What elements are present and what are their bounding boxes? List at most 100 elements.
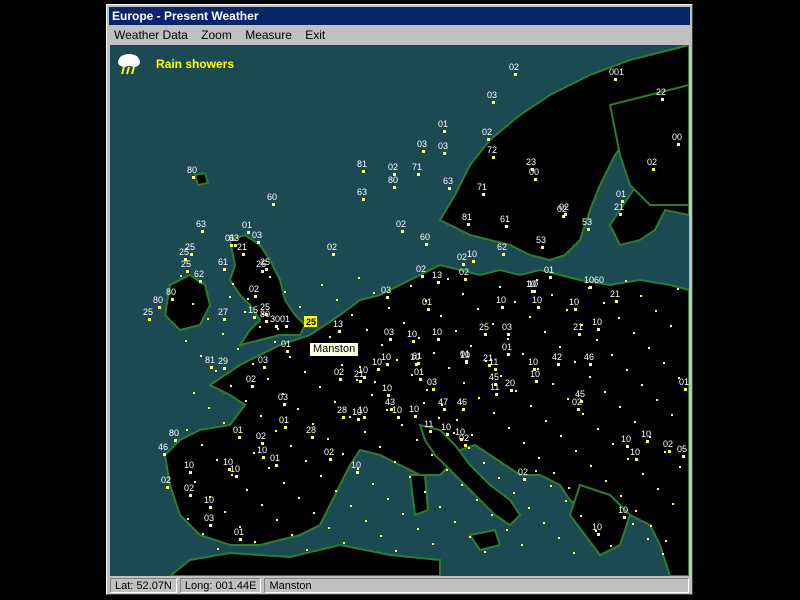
station-dot[interactable]: [589, 363, 592, 366]
station-dot[interactable]: [217, 548, 219, 550]
station-dot[interactable]: [529, 316, 531, 318]
station-dot[interactable]: [229, 296, 231, 298]
station-dot[interactable]: [581, 324, 583, 326]
station-dot[interactable]: [284, 291, 286, 293]
station-dot[interactable]: [365, 520, 367, 522]
station-dot[interactable]: [482, 193, 485, 196]
station-dot[interactable]: [431, 454, 433, 456]
weather-map[interactable]: 02 001 22 03 01 02 00 03 03 72 02 81 02 71 63 23 00 80 53 7…: [110, 45, 689, 576]
station-dot[interactable]: [390, 408, 393, 411]
station-dot[interactable]: [163, 453, 166, 456]
station-dot[interactable]: [230, 385, 232, 387]
station-dot[interactable]: [418, 337, 420, 339]
station-dot[interactable]: [597, 533, 600, 536]
station-dot[interactable]: [199, 280, 202, 283]
station-dot[interactable]: [402, 513, 404, 515]
station-dot[interactable]: [632, 523, 634, 525]
station-dot[interactable]: [439, 506, 441, 508]
station-dot[interactable]: [618, 317, 620, 319]
station-dot[interactable]: [187, 518, 189, 520]
menu-weather-data[interactable]: Weather Data: [109, 27, 193, 44]
station-dot[interactable]: [649, 436, 651, 438]
station-dot[interactable]: [534, 178, 537, 181]
station-dot[interactable]: [652, 168, 655, 171]
station-dot[interactable]: [448, 187, 451, 190]
station-dot[interactable]: [471, 434, 473, 436]
station-dot[interactable]: [186, 429, 188, 431]
station-dot[interactable]: [560, 435, 562, 437]
station-dot[interactable]: [499, 286, 501, 288]
station-dot[interactable]: [515, 390, 517, 392]
station-dot[interactable]: [500, 375, 502, 377]
station-dot[interactable]: [311, 436, 314, 439]
station-dot[interactable]: [626, 445, 629, 448]
station-dot[interactable]: [265, 268, 268, 271]
station-dot[interactable]: [661, 98, 664, 101]
station-dot[interactable]: [416, 439, 418, 441]
station-dot[interactable]: [342, 416, 345, 419]
station-dot[interactable]: [246, 489, 248, 491]
station-dot[interactable]: [623, 516, 626, 519]
station-dot[interactable]: [350, 505, 352, 507]
station-dot[interactable]: [432, 543, 434, 545]
station-dot[interactable]: [193, 392, 195, 394]
station-dot[interactable]: [429, 430, 432, 433]
station-dot[interactable]: [551, 294, 553, 296]
station-dot[interactable]: [580, 515, 582, 517]
station-dot[interactable]: [462, 263, 465, 266]
station-dot[interactable]: [678, 377, 680, 379]
station-dot[interactable]: [410, 285, 412, 287]
station-dot[interactable]: [358, 277, 360, 279]
station-dot[interactable]: [417, 173, 420, 176]
station-dot[interactable]: [558, 537, 560, 539]
station-dot[interactable]: [568, 487, 570, 489]
station-dot[interactable]: [679, 466, 681, 468]
station-dot[interactable]: [201, 444, 203, 446]
station-dot[interactable]: [319, 386, 321, 388]
station-dot[interactable]: [443, 130, 446, 133]
station-dot[interactable]: [283, 482, 285, 484]
station-dot[interactable]: [343, 542, 345, 544]
station-dot[interactable]: [461, 484, 463, 486]
station-dot[interactable]: [664, 451, 666, 453]
station-dot[interactable]: [363, 416, 366, 419]
station-dot[interactable]: [553, 472, 555, 474]
station-dot[interactable]: [454, 521, 456, 523]
station-dot[interactable]: [276, 519, 278, 521]
station-dot[interactable]: [559, 346, 561, 348]
station-dot[interactable]: [223, 367, 226, 370]
station-dot[interactable]: [417, 362, 420, 365]
station-dot[interactable]: [395, 550, 397, 552]
station-dot[interactable]: [465, 361, 468, 364]
station-dot[interactable]: [185, 340, 187, 342]
station-dot[interactable]: [194, 481, 196, 483]
station-dot[interactable]: [662, 553, 664, 555]
station-dot[interactable]: [290, 445, 292, 447]
station-dot[interactable]: [670, 325, 672, 327]
station-dot[interactable]: [329, 458, 332, 461]
station-dot[interactable]: [682, 455, 685, 458]
station-dot[interactable]: [357, 418, 360, 421]
station-dot[interactable]: [394, 461, 396, 463]
station-dot[interactable]: [180, 275, 182, 277]
station-dot[interactable]: [186, 270, 189, 273]
station-dot[interactable]: [209, 524, 212, 527]
station-dot[interactable]: [641, 384, 643, 386]
station-dot[interactable]: [677, 143, 680, 146]
station-dot[interactable]: [386, 409, 388, 411]
station-dot[interactable]: [342, 453, 344, 455]
station-dot[interactable]: [269, 276, 271, 278]
station-dot[interactable]: [209, 506, 212, 509]
station-dot[interactable]: [626, 369, 628, 371]
station-dot[interactable]: [513, 492, 515, 494]
station-dot[interactable]: [275, 325, 278, 328]
station-dot[interactable]: [263, 366, 266, 369]
station-dot[interactable]: [441, 404, 443, 406]
station-dot[interactable]: [549, 276, 552, 279]
station-dot[interactable]: [470, 345, 472, 347]
station-dot[interactable]: [387, 498, 389, 500]
station-dot[interactable]: [443, 152, 446, 155]
station-dot[interactable]: [672, 503, 674, 505]
station-dot[interactable]: [401, 230, 404, 233]
station-dot[interactable]: [235, 475, 238, 478]
